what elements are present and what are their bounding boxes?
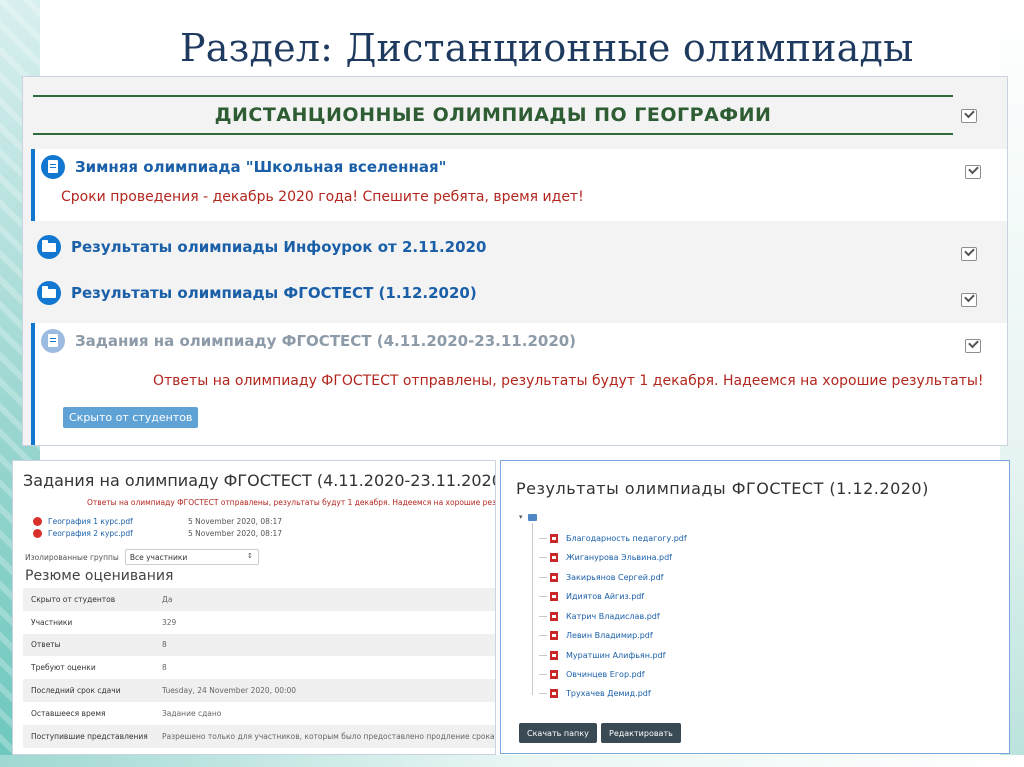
activity-row[interactable]: Результаты олимпиады Инфоурок от 2.11.20… <box>37 235 486 259</box>
groups-filter: Изолированные группы Все участники <box>25 549 259 565</box>
summary-key: Последний срок сдачи <box>23 679 154 702</box>
file-link[interactable]: Трухачев Демид.pdf <box>566 689 651 698</box>
completion-checkbox-icon[interactable] <box>965 165 981 179</box>
decorative-background-bottom <box>0 755 1024 767</box>
activity-link[interactable]: Задания на олимпиаду ФГОСТЕСТ (4.11.2020… <box>75 332 576 350</box>
assignment-panel: Задания на олимпиаду ФГОСТЕСТ (4.11.2020… <box>12 460 496 755</box>
summary-value: 8 <box>162 663 167 673</box>
file-link[interactable]: Муратшин Алифьян.pdf <box>566 651 665 660</box>
edit-button[interactable]: Редактировать <box>601 723 681 743</box>
activity-row[interactable]: Результаты олимпиады ФГОСТЕСТ (1.12.2020… <box>37 281 477 305</box>
attachment-link[interactable]: География 2 курс.pdf <box>48 529 188 538</box>
tree-line <box>532 523 533 695</box>
pdf-file-icon <box>550 534 558 543</box>
attachment-date: 5 November 2020, 08:17 <box>188 529 283 538</box>
summary-key: Скрыто от студентов <box>23 588 154 611</box>
summary-key: Требуют оценки <box>31 663 96 673</box>
table-row: Оставшееся время Задание сдано <box>23 702 495 725</box>
grading-summary-title: Резюме оценивания <box>25 568 174 584</box>
activity-row[interactable]: Задания на олимпиаду ФГОСТЕСТ (4.11.2020… <box>41 329 576 353</box>
completion-checkbox-icon[interactable] <box>961 293 977 307</box>
folder-file-item[interactable]: Благодарность педагогу.pdf <box>539 534 687 543</box>
activity-note: Ответы на олимпиаду ФГОСТЕСТ отправлены,… <box>153 373 984 389</box>
folder-icon <box>528 514 537 521</box>
activity-row[interactable]: Зимняя олимпиада "Школьная вселенная" <box>41 155 446 179</box>
pdf-file-icon <box>550 631 558 640</box>
activity-item-fgostest-tasks: Задания на олимпиаду ФГОСТЕСТ (4.11.2020… <box>31 323 1007 445</box>
summary-key: Оставшееся время <box>31 708 106 718</box>
activity-link[interactable]: Зимняя олимпиада "Школьная вселенная" <box>75 158 446 176</box>
file-link[interactable]: Овчинцев Егор.pdf <box>566 670 645 679</box>
attachment-row[interactable]: География 2 курс.pdf 5 November 2020, 08… <box>33 529 282 538</box>
activity-link[interactable]: Результаты олимпиады ФГОСТЕСТ (1.12.2020… <box>71 284 477 302</box>
summary-value: 329 <box>162 617 177 627</box>
hidden-from-students-badge: Скрыто от студентов <box>63 407 199 428</box>
results-folder-title: Результаты олимпиады ФГОСТЕСТ (1.12.2020… <box>516 479 929 498</box>
activity-link[interactable]: Результаты олимпиады Инфоурок от 2.11.20… <box>71 238 486 256</box>
completion-checkbox-icon[interactable] <box>961 247 977 261</box>
summary-key: Ответы <box>23 633 154 657</box>
folder-file-item[interactable]: Жиганурова Эльвина.pdf <box>539 553 672 562</box>
completion-checkbox-icon[interactable] <box>961 109 977 123</box>
file-link[interactable]: Благодарность педагогу.pdf <box>566 534 687 543</box>
pdf-file-icon <box>550 553 558 562</box>
groups-label: Изолированные группы <box>25 552 119 562</box>
assignment-title: Задания на олимпиаду ФГОСТЕСТ (4.11.2020… <box>23 471 496 490</box>
completion-checkbox-icon[interactable] <box>965 339 981 353</box>
attachment-link[interactable]: География 1 курс.pdf <box>48 517 188 526</box>
file-link[interactable]: Идиятов Айгиз.pdf <box>566 592 644 601</box>
folder-icon <box>37 281 61 305</box>
groups-select[interactable]: Все участники <box>124 549 259 565</box>
slide-title: Раздел: Дистанционные олимпиады <box>180 26 914 70</box>
pdf-file-icon <box>550 689 558 698</box>
pdf-file-icon <box>33 517 42 526</box>
section-heading: ДИСТАНЦИОННЫЕ ОЛИМПИАДЫ ПО ГЕОГРАФИИ <box>33 95 953 135</box>
table-row: Поступившие представления Разрешено тольк… <box>23 724 495 748</box>
pdf-file-icon <box>550 670 558 679</box>
pdf-file-icon <box>33 529 42 538</box>
assignment-icon <box>41 329 65 353</box>
tree-expand-icon[interactable]: ▾ <box>519 513 523 521</box>
section-heading-text: ДИСТАНЦИОННЫЕ ОЛИМПИАДЫ ПО ГЕОГРАФИИ <box>214 104 772 126</box>
download-folder-button[interactable]: Скачать папку <box>519 723 597 743</box>
table-row: Скрыто от студентов Да <box>23 588 495 611</box>
summary-value: 8 <box>154 633 495 657</box>
course-section-panel: ДИСТАНЦИОННЫЕ ОЛИМПИАДЫ ПО ГЕОГРАФИИ Зим… <box>22 76 1008 446</box>
file-link[interactable]: Закирьянов Сергей.pdf <box>566 573 663 582</box>
assignment-icon <box>41 155 65 179</box>
folder-file-item[interactable]: Трухачев Демид.pdf <box>539 689 651 698</box>
folder-icon <box>37 235 61 259</box>
assignment-note: Ответы на олимпиаду ФГОСТЕСТ отправлены,… <box>87 498 496 507</box>
table-row: Ответы 8 <box>23 633 495 657</box>
file-link[interactable]: Левин Владимир.pdf <box>566 631 653 640</box>
summary-value: Да <box>154 588 495 611</box>
summary-value: Tuesday, 24 November 2020, 00:00 <box>154 679 495 702</box>
summary-value: Разрешено только для участников, которым… <box>154 724 495 748</box>
folder-file-item[interactable]: Овчинцев Егор.pdf <box>539 670 645 679</box>
summary-key: Участники <box>31 617 73 627</box>
pdf-file-icon <box>550 651 558 660</box>
activity-note: Сроки проведения - декабрь 2020 года! Сп… <box>61 189 584 205</box>
summary-key: Поступившие представления <box>23 724 154 748</box>
folder-file-item[interactable]: Катрич Владислав.pdf <box>539 612 660 621</box>
folder-file-item[interactable]: Идиятов Айгиз.pdf <box>539 592 644 601</box>
results-folder-panel: Результаты олимпиады ФГОСТЕСТ (1.12.2020… <box>500 460 1010 754</box>
folder-file-item[interactable]: Муратшин Алифьян.pdf <box>539 651 665 660</box>
table-row: Требуют оценки 8 <box>23 656 495 679</box>
file-link[interactable]: Катрич Владислав.pdf <box>566 612 660 621</box>
pdf-file-icon <box>550 573 558 582</box>
summary-value: Задание сдано <box>162 708 222 718</box>
attachment-date: 5 November 2020, 08:17 <box>188 517 283 526</box>
pdf-file-icon <box>550 612 558 621</box>
folder-file-item[interactable]: Левин Владимир.pdf <box>539 631 653 640</box>
groups-select-value: Все участники <box>129 553 188 562</box>
grading-summary-table: Скрыто от студентов Да Участники 329 Ответ… <box>23 588 495 748</box>
table-row: Участники 329 <box>23 611 495 634</box>
folder-file-item[interactable]: Закирьянов Сергей.pdf <box>539 573 663 582</box>
attachment-row[interactable]: География 1 курс.pdf 5 November 2020, 08… <box>33 517 282 526</box>
activity-item-winter-olympiad: Зимняя олимпиада "Школьная вселенная" Ср… <box>31 149 1007 221</box>
table-row: Последний срок сдачи Tuesday, 24 November… <box>23 679 495 702</box>
file-link[interactable]: Жиганурова Эльвина.pdf <box>566 553 672 562</box>
pdf-file-icon <box>550 592 558 601</box>
